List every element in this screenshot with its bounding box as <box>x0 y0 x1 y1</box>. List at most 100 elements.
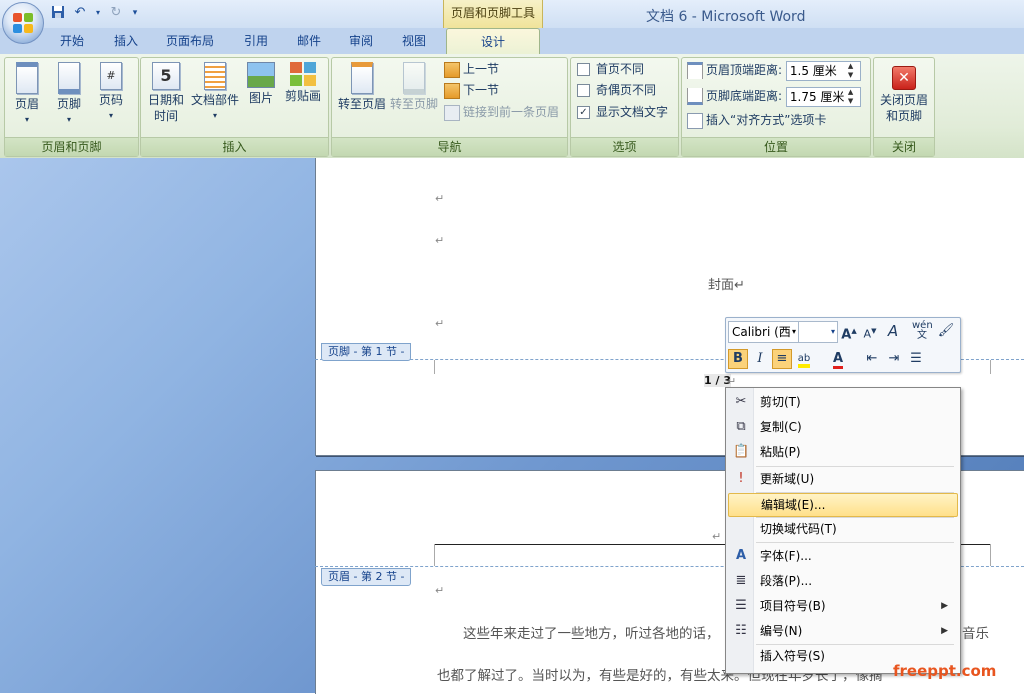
menu-item-update-field[interactable]: ! 更新域(U) <box>728 468 956 490</box>
bullets-list-icon[interactable]: ☰ <box>906 349 926 369</box>
font-name-box[interactable]: Calibri (西 ▾ <box>728 321 799 343</box>
tab-insert[interactable]: 插入 <box>106 31 146 51</box>
watermark: freeppt.com <box>893 662 997 680</box>
format-painter-icon[interactable]: 🖌 <box>936 321 956 341</box>
previous-section-icon <box>444 61 460 78</box>
menu-item-paragraph[interactable]: ≣ 段落(P)... <box>728 570 956 592</box>
header-from-top-input[interactable]: 1.5 厘米 ▲ ▼ <box>785 60 861 81</box>
center-align-icon[interactable]: ≡ <box>772 349 792 369</box>
cover-text[interactable]: 封面↵ <box>708 274 745 293</box>
undo-icon[interactable]: ↶ <box>72 5 88 21</box>
header-button[interactable]: 页眉 ▾ <box>11 62 43 128</box>
goto-header-icon <box>351 62 373 94</box>
scissors-icon: ✂ <box>735 394 747 409</box>
bold-icon[interactable]: B <box>728 349 748 369</box>
menu-item-toggle-field-codes[interactable]: 切换域代码(T) <box>728 518 956 540</box>
menu-item-font[interactable]: A 字体(F)... <box>728 545 956 567</box>
menu-item-cut[interactable]: ✂ 剪切(T) <box>728 391 956 413</box>
margin-corner-mark <box>434 544 435 566</box>
save-icon[interactable] <box>50 5 66 21</box>
menu-item-numbering[interactable]: ☷ 编号(N) ▶ <box>728 620 956 642</box>
menu-item-paste[interactable]: 📋 粘贴(P) <box>728 441 956 463</box>
submenu-arrow-icon: ▶ <box>941 601 948 611</box>
body-text-line-1[interactable]: 这些年来走过了一些地方，听过各地的话， <box>463 622 720 642</box>
menu-item-bullets[interactable]: ☰ 项目符号(B) ▶ <box>728 595 956 617</box>
close-header-footer-button[interactable]: ✕ 关闭页眉 和页脚 <box>876 62 932 124</box>
clip-art-button[interactable]: 剪贴画 <box>283 62 323 104</box>
paragraph-mark: ↵ <box>435 234 445 247</box>
calendar-icon: 5 <box>152 62 180 90</box>
footer-button[interactable]: 页脚 ▾ <box>53 62 85 128</box>
previous-section-button[interactable]: 上一节 <box>444 59 499 79</box>
link-to-previous-button[interactable]: 链接到前一条页眉 <box>444 102 559 122</box>
body-text-line-1-tail[interactable]: 音乐 <box>962 622 989 642</box>
group-label-position: 位置 <box>682 137 870 156</box>
numbering-icon: ☷ <box>735 623 747 638</box>
paste-icon: 📋 <box>733 444 750 459</box>
update-field-icon: ! <box>738 471 744 486</box>
customize-qat-icon[interactable]: ▾ <box>130 5 140 21</box>
grow-font-icon[interactable]: A▲ <box>839 321 859 342</box>
different-odd-even-checkbox[interactable]: 奇偶页不同 <box>577 80 656 100</box>
footer-icon <box>58 62 80 94</box>
footer-position-icon <box>687 88 703 105</box>
font-size-box[interactable]: ▾ <box>798 321 838 343</box>
different-first-page-checkbox[interactable]: 首页不同 <box>577 59 644 79</box>
tab-references[interactable]: 引用 <box>236 31 276 51</box>
tab-page-layout[interactable]: 页面布局 <box>160 31 220 51</box>
group-close: ✕ 关闭页眉 和页脚 关闭 <box>873 57 935 157</box>
context-menu: ✂ 剪切(T) ⧉ 复制(C) 📋 粘贴(P) ! 更新域(U) 编辑域(E)... 切… <box>725 387 961 674</box>
menu-item-edit-field[interactable]: 编辑域(E)... <box>728 493 958 517</box>
group-header-footer: 页眉 ▾ 页脚 ▾ # 页码 ▾ 页眉和页脚 <box>4 57 139 157</box>
paragraph-mark: ↵ <box>435 317 445 330</box>
chevron-down-icon: ▾ <box>108 111 113 120</box>
italic-icon[interactable]: I <box>750 349 770 369</box>
header-section-tab: 页眉 - 第 2 节 - <box>321 568 412 586</box>
quick-parts-button[interactable]: 文档部件 ▾ <box>189 62 241 124</box>
paragraph-mark: ↵ <box>435 192 445 205</box>
tab-home[interactable]: 开始 <box>52 31 92 51</box>
paragraph-mark: ↵ <box>435 584 445 597</box>
date-time-button[interactable]: 5 日期和 时间 <box>145 62 187 124</box>
undo-dropdown-icon[interactable]: ▾ <box>94 5 102 21</box>
group-insert: 5 日期和 时间 文档部件 ▾ 图片 剪贴画 插入 <box>140 57 329 157</box>
margin-corner-mark <box>990 360 991 374</box>
shrink-font-icon[interactable]: A▼ <box>860 321 880 341</box>
checkbox-icon <box>577 63 590 76</box>
paragraph-icon: ≣ <box>735 573 747 588</box>
phonetic-guide-icon[interactable]: wén 文 <box>912 321 933 341</box>
footer-from-bottom-input[interactable]: 1.75 厘米 ▲ ▼ <box>785 86 861 107</box>
tab-mailings[interactable]: 邮件 <box>289 31 329 51</box>
spinner-arrows-icon[interactable]: ▲ ▼ <box>848 62 858 80</box>
next-section-button[interactable]: 下一节 <box>444 80 499 100</box>
increase-indent-icon[interactable]: ⇥ <box>884 349 904 369</box>
header-position-icon <box>687 62 703 79</box>
styles-icon[interactable]: A <box>883 321 903 341</box>
goto-header-button[interactable]: 转至页眉 <box>336 62 388 112</box>
goto-footer-button[interactable]: 转至页脚 <box>388 62 440 112</box>
header-from-top: 页眉顶端距离: 1.5 厘米 ▲ ▼ <box>687 60 861 81</box>
quick-parts-icon <box>204 62 226 90</box>
group-label-insert: 插入 <box>141 137 328 156</box>
chevron-down-icon: ▾ <box>24 115 29 124</box>
insert-alignment-tab-button[interactable]: 插入“对齐方式”选项卡 <box>687 110 826 130</box>
spinner-arrows-icon[interactable]: ▲ ▼ <box>848 88 858 106</box>
decrease-indent-icon[interactable]: ⇤ <box>862 349 882 369</box>
tab-view[interactable]: 视图 <box>394 31 434 51</box>
page-number-button[interactable]: # 页码 ▾ <box>95 62 127 124</box>
redo-icon[interactable]: ↻ <box>108 5 124 21</box>
margin-corner-mark <box>434 360 435 374</box>
font-icon: A <box>735 548 747 563</box>
margin-corner-mark <box>990 544 991 566</box>
chevron-down-icon: ▾ <box>791 327 796 336</box>
highlight-icon[interactable]: ab <box>794 349 814 369</box>
copy-icon: ⧉ <box>736 419 746 434</box>
office-button[interactable] <box>2 2 44 44</box>
menu-item-copy[interactable]: ⧉ 复制(C) <box>728 416 956 438</box>
font-color-icon[interactable]: A <box>828 349 848 369</box>
bullets-icon: ☰ <box>735 598 747 613</box>
tab-review[interactable]: 审阅 <box>341 31 381 51</box>
picture-button[interactable]: 图片 <box>245 62 277 106</box>
show-document-text-checkbox[interactable]: ✓ 显示文档文字 <box>577 102 668 122</box>
tab-design[interactable]: 设计 <box>446 28 540 57</box>
